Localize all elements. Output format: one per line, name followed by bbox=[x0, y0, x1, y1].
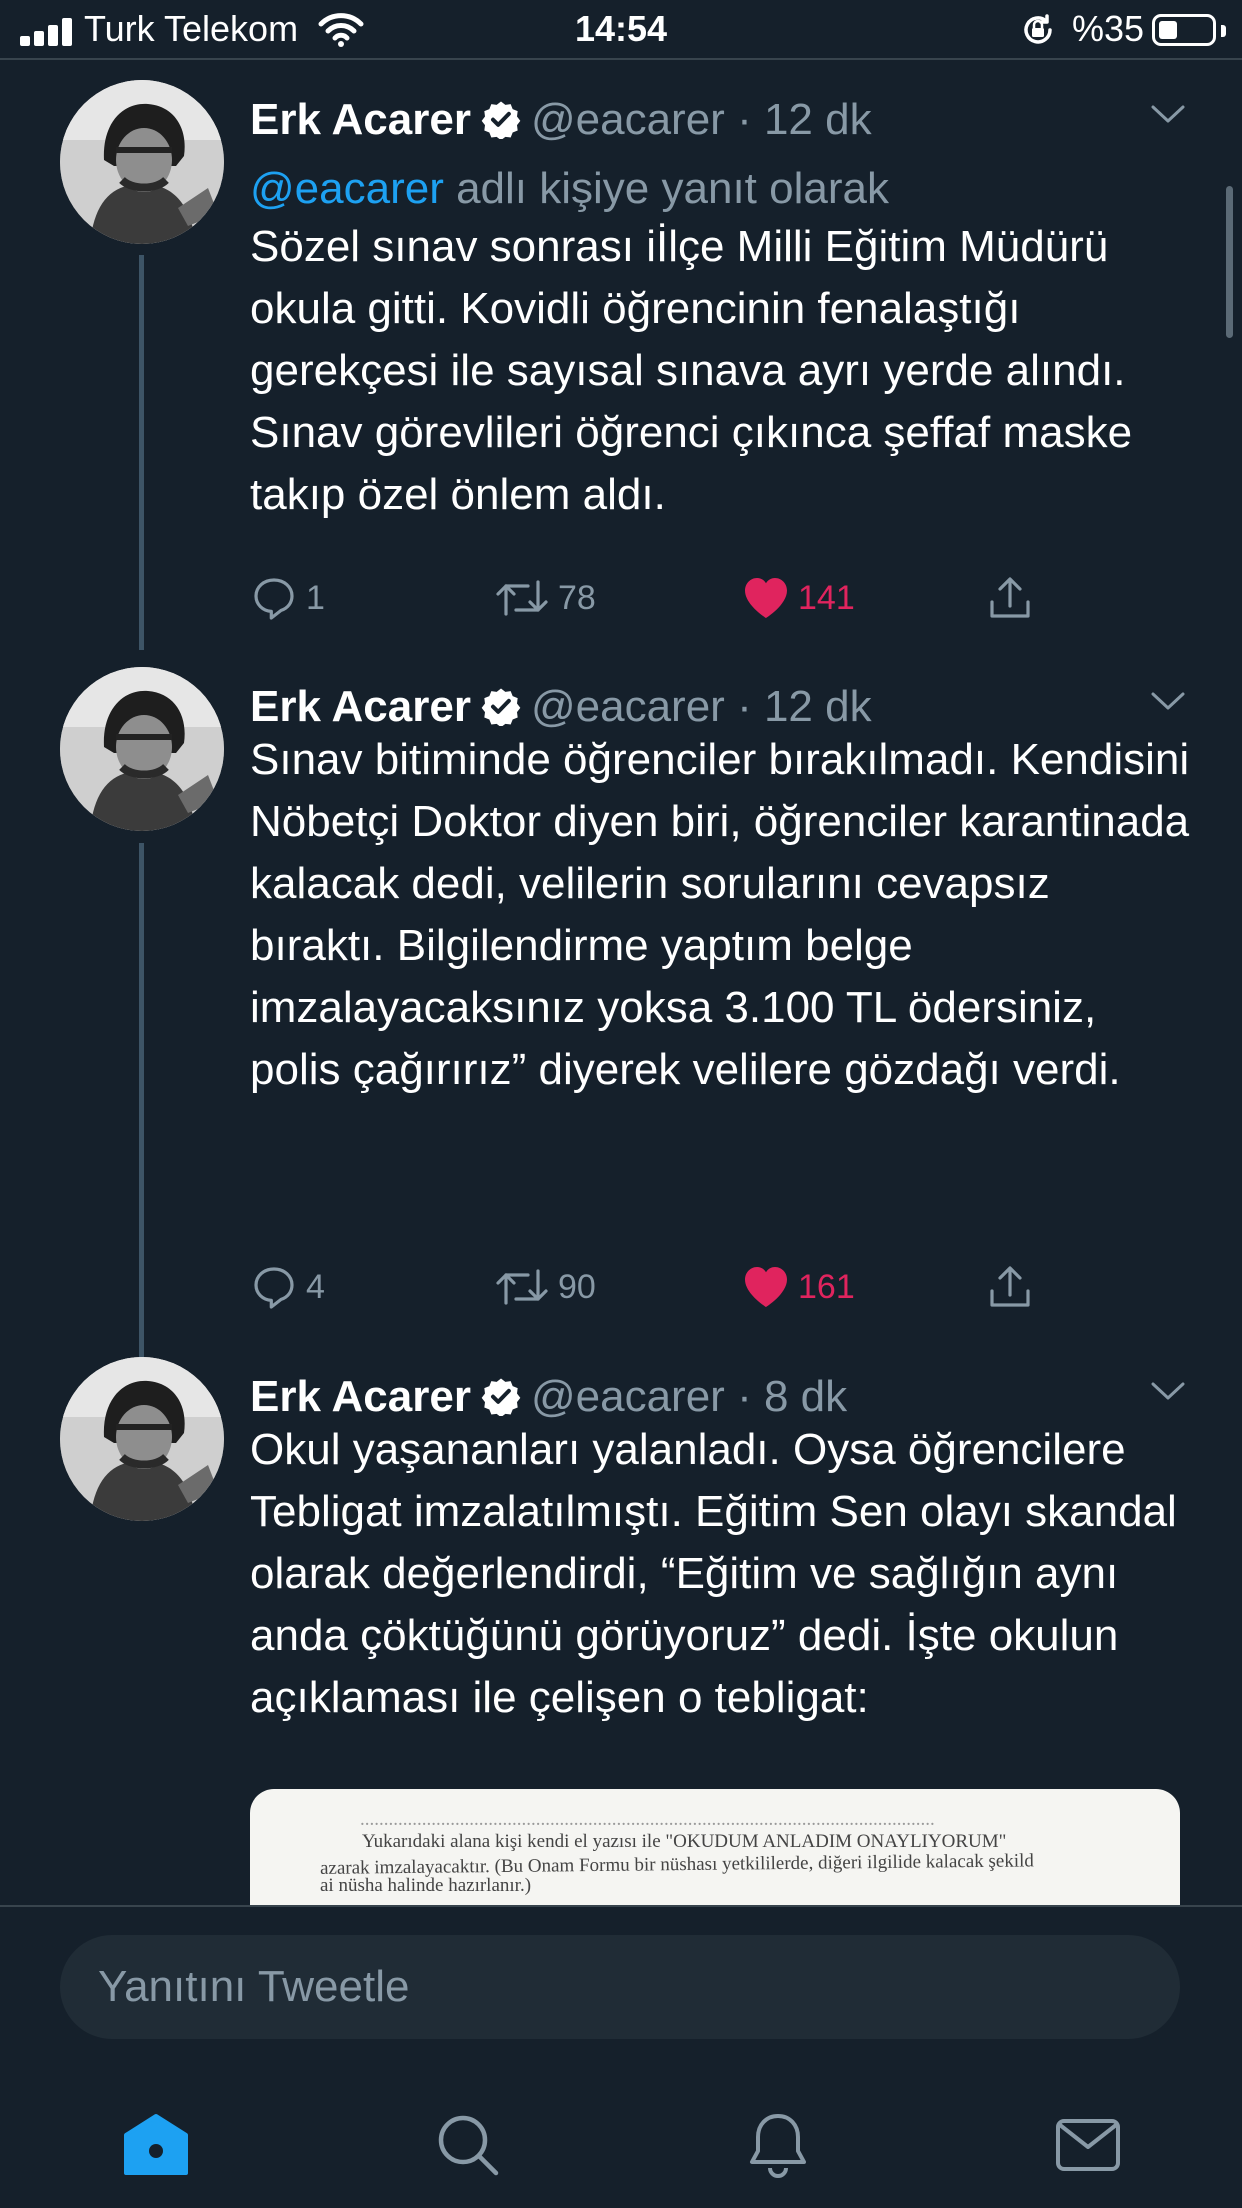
tweet-actions: 4 90 161 bbox=[250, 1257, 1150, 1317]
like-count: 141 bbox=[798, 578, 855, 617]
tab-notifications[interactable] bbox=[738, 2105, 818, 2185]
share-icon bbox=[986, 1263, 1034, 1311]
retweet-button[interactable]: 78 bbox=[494, 568, 596, 628]
avatar[interactable] bbox=[60, 80, 224, 244]
separator: · bbox=[737, 682, 752, 731]
verified-badge-icon bbox=[481, 686, 521, 726]
tweet-card[interactable]: Erk Acarer @eacarer · 12 dk @eacarer adlı… bbox=[0, 80, 1242, 680]
tweet-time: 12 dk bbox=[763, 682, 872, 731]
verified-badge-icon bbox=[481, 1376, 521, 1416]
retweet-button[interactable]: 90 bbox=[494, 1257, 596, 1317]
mail-icon bbox=[1056, 2119, 1120, 2171]
separator: · bbox=[737, 1372, 752, 1421]
battery-icon bbox=[1152, 14, 1226, 46]
tweet-text: Okul yaşananları yalanladı. Oysa öğrenci… bbox=[250, 1425, 1177, 1722]
heart-icon bbox=[742, 576, 790, 620]
reply-bar bbox=[0, 1905, 1242, 2077]
reply-input[interactable] bbox=[60, 1935, 1180, 2039]
retweet-icon bbox=[494, 1263, 550, 1311]
heart-icon bbox=[742, 1265, 790, 1309]
reply-button[interactable]: 4 bbox=[250, 1257, 325, 1317]
reply-icon bbox=[250, 574, 298, 622]
tab-bar bbox=[0, 2075, 1242, 2208]
scroll-indicator[interactable] bbox=[1226, 186, 1233, 338]
retweet-count: 78 bbox=[558, 578, 596, 617]
reply-mention-link[interactable]: @eacarer bbox=[250, 164, 444, 213]
tab-home[interactable] bbox=[116, 2105, 196, 2185]
share-button[interactable] bbox=[986, 1257, 1034, 1317]
reply-button[interactable]: 1 bbox=[250, 568, 325, 628]
like-count: 161 bbox=[798, 1267, 855, 1306]
status-bar: Turk Telekom 14:54 %35 bbox=[0, 0, 1242, 60]
tweet-text: Sınav bitiminde öğrenciler bırakılmadı. … bbox=[250, 735, 1190, 1094]
reply-context-text: adlı kişiye yanıt olarak bbox=[443, 164, 889, 213]
chevron-down-icon[interactable] bbox=[1150, 104, 1186, 124]
like-button[interactable]: 141 bbox=[742, 568, 855, 628]
chevron-down-icon[interactable] bbox=[1150, 1381, 1186, 1401]
search-icon bbox=[438, 2115, 499, 2176]
chevron-down-icon[interactable] bbox=[1150, 691, 1186, 711]
media-text-line: ai nüsha halinde hazırlanır.) bbox=[320, 1875, 532, 1896]
like-button[interactable]: 161 bbox=[742, 1257, 855, 1317]
tweet-time: 8 dk bbox=[763, 1372, 848, 1421]
tab-search[interactable] bbox=[428, 2105, 508, 2185]
home-icon bbox=[124, 2114, 188, 2175]
share-icon bbox=[986, 574, 1034, 622]
author-name[interactable]: Erk Acarer bbox=[250, 1372, 471, 1421]
bell-icon bbox=[750, 2114, 806, 2178]
reply-count: 1 bbox=[306, 578, 325, 617]
separator: · bbox=[737, 95, 752, 144]
retweet-icon bbox=[494, 574, 550, 622]
author-name[interactable]: Erk Acarer bbox=[250, 682, 471, 731]
tweet-thread[interactable]: Erk Acarer @eacarer · 12 dk @eacarer adlı… bbox=[0, 60, 1242, 1905]
tweet-card[interactable]: Erk Acarer @eacarer · 8 dk Okul yaşananla… bbox=[0, 1357, 1242, 1905]
reply-icon bbox=[250, 1263, 298, 1311]
retweet-count: 90 bbox=[558, 1267, 596, 1306]
battery-level bbox=[1159, 21, 1177, 39]
author-name[interactable]: Erk Acarer bbox=[250, 95, 471, 144]
tweet-time: 12 dk bbox=[763, 95, 872, 144]
reply-context: @eacarer adlı kişiye yanıt olarak bbox=[250, 156, 889, 222]
author-handle[interactable]: @eacarer bbox=[531, 95, 725, 144]
avatar[interactable] bbox=[60, 667, 224, 831]
tweet-card[interactable]: Erk Acarer @eacarer · 12 dk Sınav bitimin… bbox=[0, 667, 1242, 1347]
reply-count: 4 bbox=[306, 1267, 325, 1306]
battery-percentage: %35 bbox=[1072, 8, 1145, 49]
verified-badge-icon bbox=[481, 99, 521, 139]
tweet-header: Erk Acarer @eacarer · 12 dk bbox=[250, 80, 1180, 160]
media-image[interactable]: ........................................… bbox=[250, 1789, 1180, 1905]
orientation-lock-icon bbox=[1024, 14, 1052, 44]
tweet-actions: 1 78 141 bbox=[250, 568, 1150, 628]
avatar[interactable] bbox=[60, 1357, 224, 1521]
author-handle[interactable]: @eacarer bbox=[531, 682, 725, 731]
tab-messages[interactable] bbox=[1048, 2105, 1128, 2185]
tweet-text: Sözel sınav sonrası iİlçe Milli Eğitim M… bbox=[250, 222, 1133, 519]
share-button[interactable] bbox=[986, 568, 1034, 628]
author-handle[interactable]: @eacarer bbox=[531, 1372, 725, 1421]
